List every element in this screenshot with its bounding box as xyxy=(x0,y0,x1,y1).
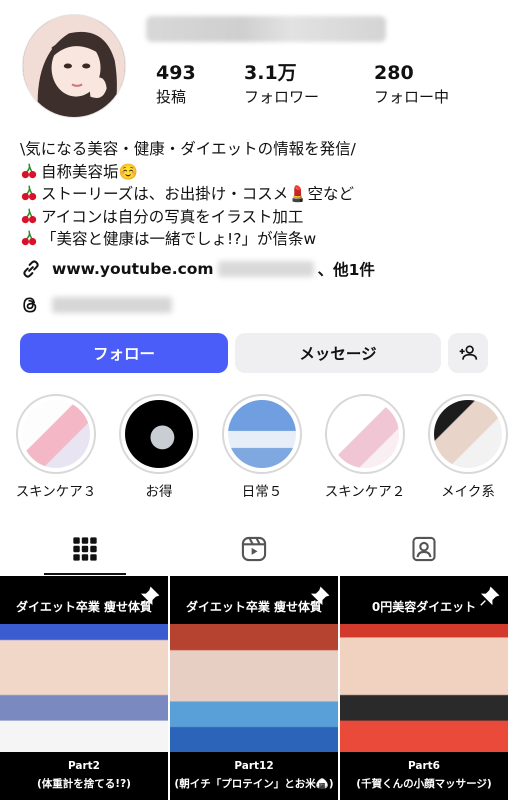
highlight-label: 日常５ xyxy=(241,484,283,500)
followers-count[interactable]: 3.1万 フォロワー xyxy=(244,62,319,108)
following-count[interactable]: 280 フォロー中 xyxy=(374,62,449,108)
pin-icon xyxy=(140,586,160,606)
post-caption-part: Part2 xyxy=(67,760,100,772)
cherry-icon xyxy=(21,230,37,246)
highlight-item[interactable]: メイク系 xyxy=(420,394,508,500)
bio: \気になる美容・健康・ダイエットの情報を発信/ 自称美容垢☺️ ストーリーズは、… xyxy=(20,138,490,251)
bio-line: ストーリーズは、お出掛け・コスメ💄空など xyxy=(20,183,490,206)
message-button[interactable]: メッセージ xyxy=(235,333,441,373)
highlight-cover xyxy=(22,400,90,468)
post-tile[interactable]: 0円美容ダイエット Part6 (千賀くんの小顔マッサージ) xyxy=(340,576,508,800)
tab-tagged[interactable] xyxy=(339,522,508,576)
suggested-users-button[interactable] xyxy=(448,333,488,373)
highlight-ring xyxy=(325,394,405,474)
post-caption-subtitle: (朝イチ「プロテイン」とお米🍙) xyxy=(174,778,334,790)
cherry-icon xyxy=(21,208,37,223)
cherry-icon xyxy=(21,185,37,201)
active-tab-indicator xyxy=(44,573,126,575)
post-tile[interactable]: ダイエット卒業 痩せ体質 Part2 (体重計を捨てる!?) xyxy=(0,576,168,800)
external-links[interactable]: www.youtube.com 、他1件 xyxy=(20,257,375,281)
cherry-icon xyxy=(21,163,37,178)
post-thumbnail xyxy=(0,624,168,752)
pin-icon xyxy=(480,586,500,606)
post-tile[interactable]: ダイエット卒業 痩せ体質 Part12 (朝イチ「プロテイン」とお米🍙) xyxy=(170,576,338,800)
posts-label: 投稿 xyxy=(156,88,187,106)
bio-text: ストーリーズは、お出掛け・コスメ💄空など xyxy=(41,185,355,203)
post-thumbnail xyxy=(340,624,508,752)
highlight-cover xyxy=(434,400,502,468)
highlight-label: スキンケア３ xyxy=(15,484,97,500)
reels-icon xyxy=(241,536,266,562)
posts-count[interactable]: 493 投稿 xyxy=(156,62,196,108)
highlight-item[interactable]: スキンケア２ xyxy=(317,394,413,500)
bio-line: アイコンは自分の写真をイラスト加工 xyxy=(20,206,490,229)
bio-text: 「美容と健康は一緒でしょ!?」が信条w xyxy=(41,230,317,248)
bio-text: 自称美容垢☺️ xyxy=(41,162,138,181)
bio-line: 自称美容垢☺️ xyxy=(20,161,490,184)
link-blurred xyxy=(217,261,314,277)
highlight-ring xyxy=(119,394,199,474)
highlight-item[interactable]: お得 xyxy=(111,394,207,500)
highlight-label: スキンケア２ xyxy=(324,484,406,500)
highlight-item[interactable]: スキンケア３ xyxy=(8,394,104,500)
link-icon xyxy=(23,260,39,278)
followers-label: フォロワー xyxy=(244,88,320,106)
highlight-cover xyxy=(228,400,296,468)
bio-line: 「美容と健康は一緒でしょ!?」が信条w xyxy=(20,228,490,251)
highlight-cover xyxy=(125,400,193,468)
post-thumbnail xyxy=(170,624,338,752)
link-more: 、他1件 xyxy=(317,261,375,279)
post-caption-subtitle: (千賀くんの小顔マッサージ) xyxy=(356,778,492,790)
highlight-label: メイク系 xyxy=(441,484,495,500)
bio-line: \気になる美容・健康・ダイエットの情報を発信/ xyxy=(20,140,356,158)
tab-posts[interactable] xyxy=(0,522,169,576)
add-user-icon xyxy=(459,345,478,360)
link-text: www.youtube.com xyxy=(52,260,214,278)
highlight-cover xyxy=(331,400,399,468)
profile-tabs xyxy=(0,522,508,576)
threads-handle-blurred xyxy=(52,297,172,313)
post-caption-subtitle: (体重計を捨てる!?) xyxy=(37,778,131,790)
threads-link[interactable] xyxy=(20,294,172,316)
bio-text: アイコンは自分の写真をイラスト加工 xyxy=(41,207,304,226)
story-highlights: スキンケア３ お得 日常５ スキンケア２ メイク系 xyxy=(0,394,508,504)
following-label: フォロー中 xyxy=(374,88,450,106)
pin-icon xyxy=(310,586,330,606)
tagged-icon xyxy=(411,536,436,562)
posts-number: 493 xyxy=(156,62,196,84)
post-caption-part: Part12 xyxy=(234,760,274,772)
tab-reels[interactable] xyxy=(169,522,338,576)
highlight-label: お得 xyxy=(145,484,173,500)
highlight-item[interactable]: 日常５ xyxy=(214,394,310,500)
following-number: 280 xyxy=(374,62,414,84)
avatar[interactable] xyxy=(22,14,126,118)
grid-icon xyxy=(72,537,97,561)
followers-number: 3.1万 xyxy=(244,62,297,84)
posts-grid: ダイエット卒業 痩せ体質 Part2 (体重計を捨てる!?) ダイエット卒業 痩… xyxy=(0,576,508,800)
threads-icon xyxy=(23,297,37,313)
username-blurred xyxy=(146,16,386,42)
follow-button[interactable]: フォロー xyxy=(20,333,228,373)
highlight-ring xyxy=(16,394,96,474)
highlight-ring xyxy=(222,394,302,474)
profile-header: 493 投稿 3.1万 フォロワー 280 フォロー中 xyxy=(0,0,508,128)
post-caption-part: Part6 xyxy=(407,760,440,772)
highlight-ring xyxy=(428,394,508,474)
